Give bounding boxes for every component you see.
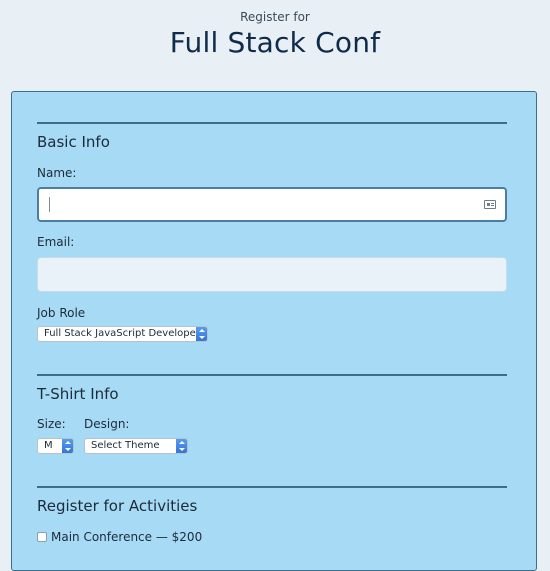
page-title: Full Stack Conf (169, 26, 381, 59)
name-input[interactable] (37, 187, 507, 222)
page-header: Register for Full Stack Conf (0, 0, 550, 60)
size-label: Size: (37, 417, 66, 431)
activities-title: Register for Activities (37, 497, 198, 515)
section-divider (37, 486, 507, 488)
section-divider (37, 374, 507, 376)
email-label: Email: (37, 235, 75, 249)
contact-card-icon[interactable] (484, 200, 496, 209)
activity-item[interactable]: Main Conference — $200 (37, 530, 202, 544)
email-input[interactable] (37, 257, 507, 292)
select-arrows-icon (176, 439, 187, 453)
tshirt-info-title: T-Shirt Info (37, 385, 119, 403)
activity-label: Main Conference — $200 (51, 530, 203, 544)
design-value: Select Theme (91, 440, 160, 451)
section-divider (37, 122, 507, 124)
select-arrows-icon (196, 327, 207, 341)
activities-section: Register for Activities (37, 486, 507, 515)
size-select[interactable]: M (37, 438, 74, 454)
name-label: Name: (37, 166, 77, 180)
select-arrows-icon (62, 439, 73, 453)
text-caret (49, 197, 50, 212)
size-value: M (44, 440, 53, 451)
basic-info-title: Basic Info (37, 133, 110, 151)
tshirt-info-section: T-Shirt Info (37, 374, 507, 403)
design-select[interactable]: Select Theme (84, 438, 188, 454)
job-role-label: Job Role (37, 306, 86, 320)
activity-checkbox[interactable] (37, 532, 47, 542)
design-label: Design: (84, 417, 130, 431)
registration-form: Basic Info Name: Email: Job Role Full St… (11, 91, 537, 571)
job-role-select[interactable]: Full Stack JavaScript Developer (37, 326, 208, 342)
job-role-value: Full Stack JavaScript Developer (44, 328, 200, 339)
basic-info-section: Basic Info (37, 122, 507, 151)
page-subtitle: Register for (240, 10, 310, 24)
